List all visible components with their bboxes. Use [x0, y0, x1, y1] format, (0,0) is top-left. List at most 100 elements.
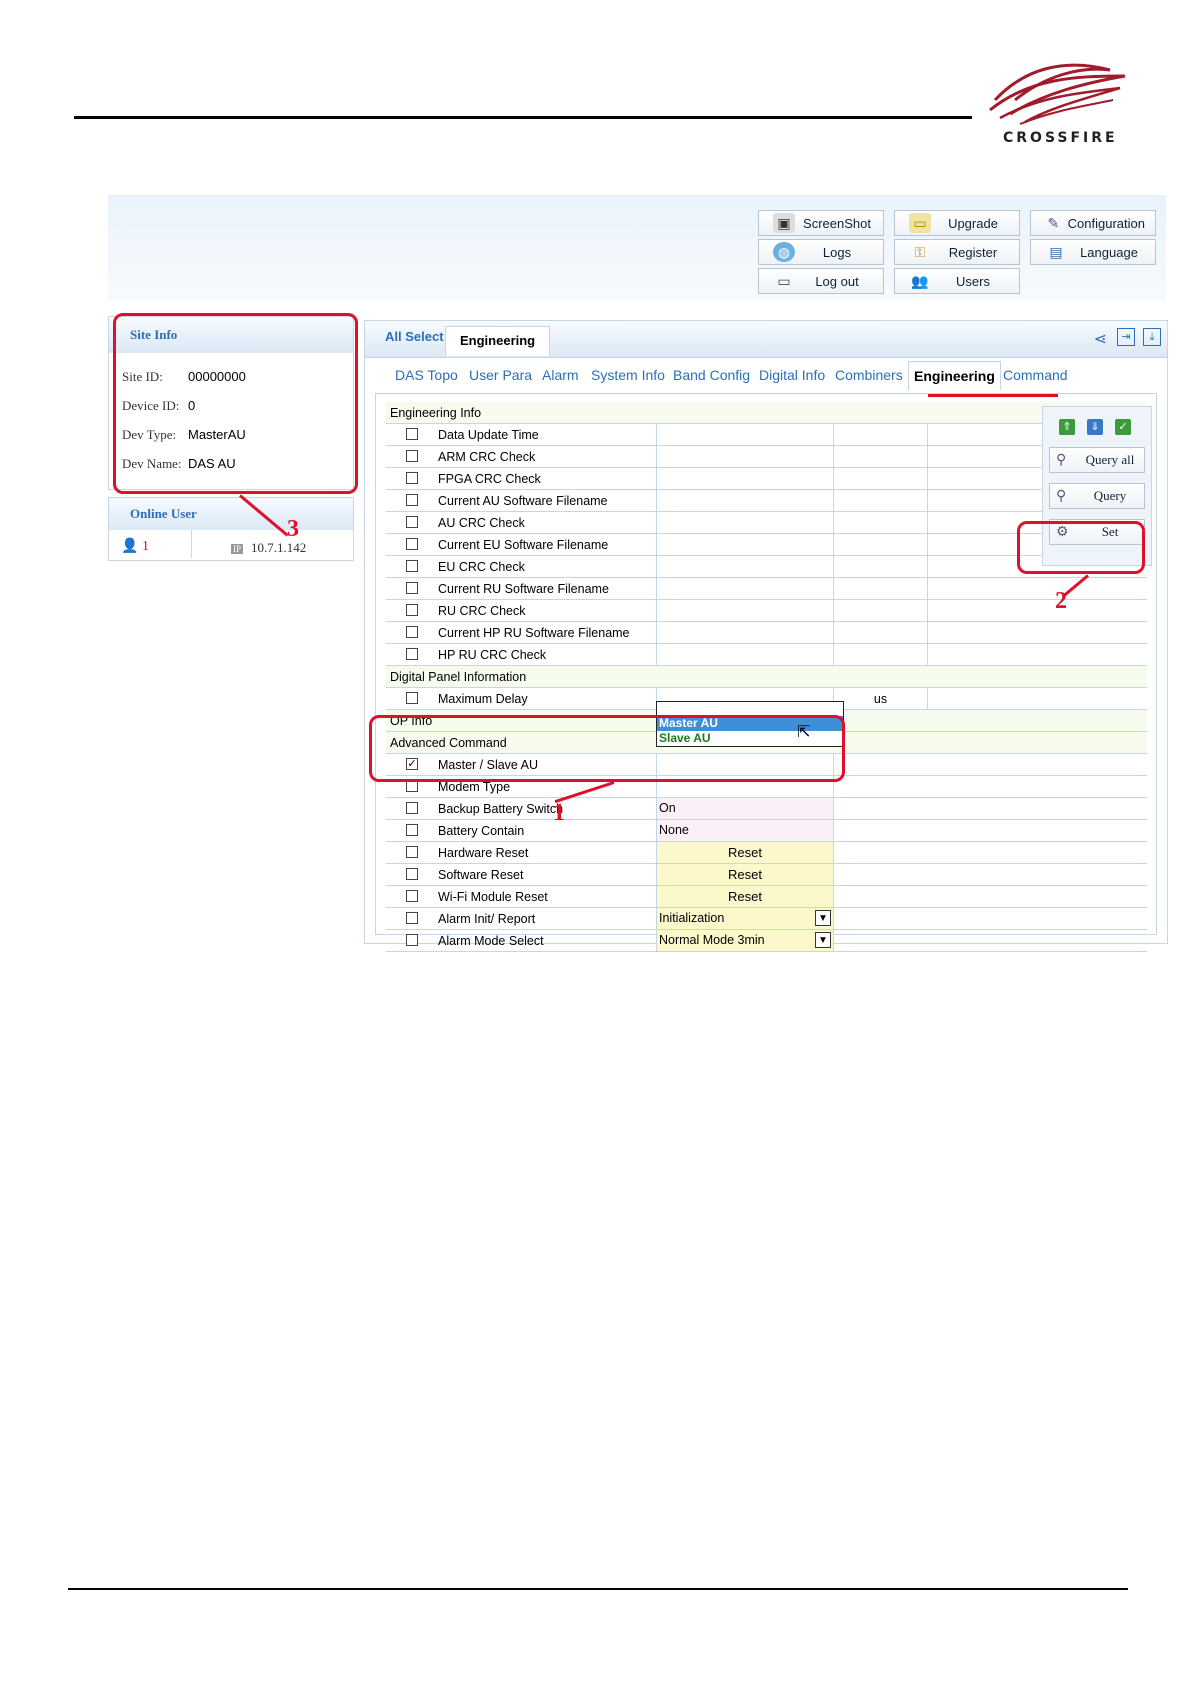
- download-icon[interactable]: ⤓: [1143, 328, 1161, 346]
- logs-button[interactable]: ◍ Logs: [758, 239, 884, 265]
- row-checkbox[interactable]: [406, 472, 418, 484]
- table-row: RU CRC Check: [386, 600, 1147, 622]
- web-app: ▣ ScreenShot ▭ Upgrade ✎ Configuration ◍ Log…: [108, 195, 1168, 952]
- tools-icon: ✎: [1047, 214, 1060, 231]
- folder-icon: ▭: [909, 213, 931, 233]
- value-cell: [656, 468, 834, 489]
- value-cell: [656, 446, 834, 467]
- row-checkbox[interactable]: [406, 428, 418, 440]
- row-checkbox[interactable]: [406, 582, 418, 594]
- engineering-main-tab[interactable]: Engineering: [445, 326, 551, 356]
- parameter-table: Engineering Info Data Update Time ARM CRC…: [386, 402, 1147, 952]
- advanced-rows: ✓ Master / Slave AU Modem Type Backup Batte…: [386, 754, 1147, 952]
- value-cell[interactable]: Reset: [656, 864, 834, 885]
- row-checkbox[interactable]: [406, 890, 418, 902]
- camera-icon: ▣: [773, 213, 795, 233]
- all-select-tab[interactable]: All Select: [385, 329, 444, 344]
- row-checkbox[interactable]: [406, 824, 418, 836]
- tab-system-info[interactable]: System Info: [591, 367, 665, 383]
- share-icon[interactable]: ⋖: [1094, 329, 1107, 349]
- value-cell[interactable]: Reset: [656, 842, 834, 863]
- value-cell[interactable]: Reset: [656, 886, 834, 907]
- user-icon: 👤: [121, 539, 139, 554]
- table-row: Current HP RU Software Filename: [386, 622, 1147, 644]
- tab-alarm[interactable]: Alarm: [542, 367, 579, 383]
- table-row: Data Update Time: [386, 424, 1147, 446]
- annotation-box-advanced: [369, 715, 845, 782]
- value-cell: [656, 622, 834, 643]
- chevron-down-icon[interactable]: ▼: [815, 932, 831, 948]
- check-icon[interactable]: ✓: [1115, 419, 1131, 435]
- chevron-down-icon[interactable]: ▼: [815, 910, 831, 926]
- row-checkbox[interactable]: [406, 494, 418, 506]
- row-checkbox[interactable]: [406, 802, 418, 814]
- online-user-title: Online User: [109, 498, 353, 530]
- globe-icon: ◍: [773, 242, 795, 262]
- value-cell[interactable]: Initialization ▼: [656, 908, 834, 929]
- row-checkbox[interactable]: [406, 934, 418, 946]
- annotation-box-set: [1017, 521, 1145, 574]
- table-row: ARM CRC Check: [386, 446, 1147, 468]
- table-row: Alarm Init/ Report Initialization ▼: [386, 908, 1147, 930]
- table-row: Alarm Mode Select Normal Mode 3min ▼: [386, 930, 1147, 952]
- language-icon: ▤: [1049, 243, 1063, 260]
- row-checkbox[interactable]: [406, 516, 418, 528]
- unit-cell: us: [834, 688, 928, 709]
- table-row: Current AU Software Filename: [386, 490, 1147, 512]
- row-checkbox[interactable]: [406, 560, 418, 572]
- tab-user-para[interactable]: User Para: [469, 367, 532, 383]
- row-checkbox[interactable]: [406, 648, 418, 660]
- tab-digital-info[interactable]: Digital Info: [759, 367, 825, 383]
- tab-engineering[interactable]: Engineering: [908, 361, 1001, 390]
- unit-cell: [834, 578, 928, 599]
- header-rule: [74, 116, 972, 119]
- row-checkbox[interactable]: [406, 868, 418, 880]
- row-checkbox[interactable]: [406, 692, 418, 704]
- row-checkbox[interactable]: [406, 604, 418, 616]
- brand-name: CROSSFIRE: [1003, 130, 1118, 146]
- upgrade-button[interactable]: ▭ Upgrade: [894, 210, 1020, 236]
- query-button[interactable]: ⚲ Query: [1049, 483, 1145, 509]
- value-cell: [656, 424, 834, 445]
- export-icon[interactable]: ⇥: [1117, 328, 1135, 346]
- online-user-panel: Online User 👤 1 IP 10.7.1.142: [108, 497, 354, 561]
- divider: [191, 530, 192, 558]
- table-row: Battery Contain None: [386, 820, 1147, 842]
- register-button[interactable]: ⚿ Register: [894, 239, 1020, 265]
- unit-cell: [834, 644, 928, 665]
- row-checkbox[interactable]: [406, 626, 418, 638]
- query-all-button[interactable]: ⚲ Query all: [1049, 447, 1145, 473]
- download-arrow-icon[interactable]: ⇓: [1087, 419, 1103, 435]
- row-checkbox[interactable]: [406, 538, 418, 550]
- value-cell[interactable]: None: [656, 820, 834, 841]
- logout-button[interactable]: ▭ Log out: [758, 268, 884, 294]
- tab-command[interactable]: Command: [1003, 367, 1068, 383]
- key-icon: ⚿: [914, 243, 926, 260]
- value-cell[interactable]: Normal Mode 3min ▼: [656, 930, 834, 951]
- row-checkbox[interactable]: [406, 912, 418, 924]
- unit-cell: [834, 468, 928, 489]
- unit-cell: [834, 534, 928, 555]
- logo-waves-icon: [989, 63, 1126, 125]
- footer-rule: [68, 1588, 1128, 1590]
- row-checkbox[interactable]: [406, 846, 418, 858]
- users-button[interactable]: 👥 Users: [894, 268, 1020, 294]
- table-row: Wi-Fi Module Reset Reset: [386, 886, 1147, 908]
- section-engineering-info: Engineering Info: [386, 402, 1147, 424]
- unit-cell: [834, 490, 928, 511]
- value-cell[interactable]: On: [656, 798, 834, 819]
- value-cell: [656, 534, 834, 555]
- table-row: Hardware Reset Reset: [386, 842, 1147, 864]
- tab-das-topo[interactable]: DAS Topo: [395, 367, 458, 383]
- online-user-count: 👤 1: [121, 539, 149, 554]
- screenshot-button[interactable]: ▣ ScreenShot: [758, 210, 884, 236]
- row-checkbox[interactable]: [406, 450, 418, 462]
- configuration-button[interactable]: ✎ Configuration: [1030, 210, 1156, 236]
- tab-band-config[interactable]: Band Config: [673, 367, 750, 383]
- unit-cell: [834, 556, 928, 577]
- upload-icon[interactable]: ⇑: [1059, 419, 1075, 435]
- language-button[interactable]: ▤ Language: [1030, 239, 1156, 265]
- section-digital-panel: Digital Panel Information: [386, 666, 1147, 688]
- tab-combiners[interactable]: Combiners: [835, 367, 903, 383]
- annotation-underline-tab: [928, 394, 1058, 397]
